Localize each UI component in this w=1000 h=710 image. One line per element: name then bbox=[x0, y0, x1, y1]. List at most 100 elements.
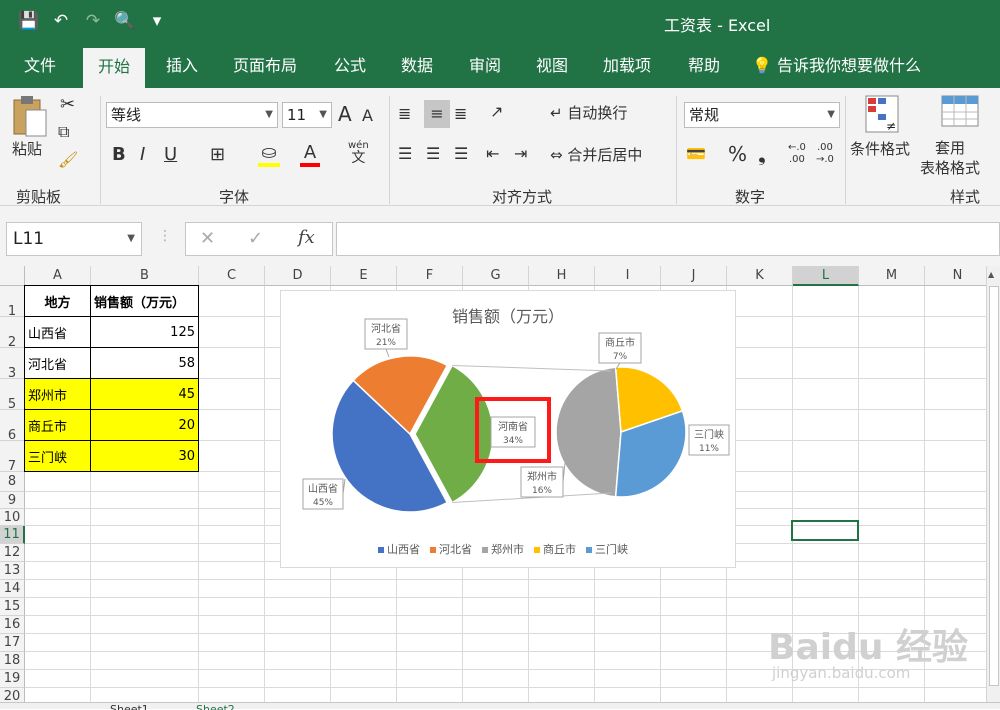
scroll-thumb[interactable] bbox=[989, 286, 999, 686]
tell-me-box[interactable]: 💡 告诉我你想要做什么 bbox=[752, 44, 921, 88]
active-cell-L11[interactable] bbox=[791, 520, 859, 541]
row-header-18[interactable]: 18 bbox=[0, 652, 25, 670]
accounting-format-icon[interactable]: 💳 bbox=[686, 144, 706, 163]
legend-item[interactable]: 河北省 bbox=[430, 543, 472, 556]
align-left-icon[interactable]: ☰ bbox=[398, 144, 412, 163]
name-box[interactable]: L11 ▼ bbox=[6, 222, 142, 256]
cut-icon[interactable]: ✂ bbox=[60, 94, 75, 115]
column-header-f[interactable]: F bbox=[397, 266, 463, 286]
number-format-select[interactable]: 常规 ▼ bbox=[684, 102, 840, 128]
align-center-icon[interactable]: ☰ bbox=[426, 144, 440, 163]
row-header-7[interactable]: 7 bbox=[0, 441, 25, 474]
row-header-19[interactable]: 19 bbox=[0, 670, 25, 688]
row-header-16[interactable]: 16 bbox=[0, 616, 25, 634]
column-header-h[interactable]: H bbox=[529, 266, 595, 286]
paste-icon[interactable] bbox=[10, 94, 50, 144]
tab-insert[interactable]: 插入 bbox=[166, 44, 198, 88]
column-header-a[interactable]: A bbox=[25, 266, 91, 286]
cell-region[interactable]: 山西省 bbox=[24, 316, 91, 348]
row-header-6[interactable]: 6 bbox=[0, 410, 25, 443]
cell-sales[interactable]: 125 bbox=[90, 316, 199, 348]
row-header-1[interactable]: 1 bbox=[0, 286, 25, 319]
legend-item[interactable]: 山西省 bbox=[378, 543, 420, 556]
tab-view[interactable]: 视图 bbox=[536, 44, 568, 88]
decrease-indent-icon[interactable]: ⇤ bbox=[486, 144, 499, 163]
row-header-9[interactable]: 9 bbox=[0, 492, 25, 509]
cell-region[interactable]: 三门峡 bbox=[24, 440, 91, 472]
increase-indent-icon[interactable]: ⇥ bbox=[514, 144, 527, 163]
cell-header-region[interactable]: 地方 bbox=[24, 285, 91, 317]
cell-sales[interactable]: 30 bbox=[90, 440, 199, 472]
percent-button[interactable]: % bbox=[728, 142, 747, 166]
align-middle-icon[interactable]: ≡ bbox=[424, 100, 450, 128]
tab-data[interactable]: 数据 bbox=[401, 44, 433, 88]
tab-formulas[interactable]: 公式 bbox=[334, 44, 366, 88]
cell-sales[interactable]: 45 bbox=[90, 378, 199, 410]
save-icon[interactable]: 💾 bbox=[16, 8, 42, 34]
row-header-13[interactable]: 13 bbox=[0, 562, 25, 580]
customize-qat-icon[interactable]: ▾ bbox=[144, 8, 170, 34]
cell-region[interactable]: 商丘市 bbox=[24, 409, 91, 441]
column-header-k[interactable]: K bbox=[727, 266, 793, 286]
insert-function-icon[interactable]: fx bbox=[298, 227, 315, 248]
row-header-10[interactable]: 10 bbox=[0, 509, 25, 526]
scroll-up-icon[interactable]: ▲ bbox=[988, 270, 994, 279]
row-header-15[interactable]: 15 bbox=[0, 598, 25, 616]
underline-button[interactable]: U bbox=[164, 144, 177, 165]
font-name-select[interactable]: 等线 ▼ bbox=[106, 102, 278, 128]
paste-button[interactable]: 粘贴 bbox=[12, 138, 42, 159]
tab-help[interactable]: 帮助 bbox=[688, 44, 720, 88]
align-top-icon[interactable]: ≣ bbox=[398, 104, 411, 123]
tab-addins[interactable]: 加载项 bbox=[603, 44, 651, 88]
orientation-icon[interactable]: ↗ bbox=[490, 102, 503, 121]
row-header-2[interactable]: 2 bbox=[0, 317, 25, 350]
italic-button[interactable]: I bbox=[140, 144, 145, 165]
legend-item[interactable]: 郑州市 bbox=[482, 543, 524, 556]
column-header-j[interactable]: J bbox=[661, 266, 727, 286]
row-header-5[interactable]: 5 bbox=[0, 379, 25, 412]
pie-of-pie-chart[interactable]: 销售额（万元） 河北省 21% 山西省 45% 河南省 34% 商丘市 7% 三门峡 11% 郑州市… bbox=[280, 290, 736, 568]
column-header-c[interactable]: C bbox=[199, 266, 265, 286]
borders-icon[interactable]: ⊞ bbox=[210, 144, 225, 165]
column-header-l[interactable]: L bbox=[793, 266, 859, 286]
row-header-12[interactable]: 12 bbox=[0, 544, 25, 562]
cancel-icon[interactable]: ✕ bbox=[200, 228, 215, 249]
comma-button[interactable]: ❟ bbox=[758, 142, 766, 166]
column-header-e[interactable]: E bbox=[331, 266, 397, 286]
redo-icon[interactable]: ↷ bbox=[80, 8, 106, 34]
conditional-format-button[interactable]: 条件格式 bbox=[850, 138, 910, 159]
row-header-11[interactable]: 11 bbox=[0, 526, 25, 544]
column-header-i[interactable]: I bbox=[595, 266, 661, 286]
vertical-scrollbar[interactable]: ▲ bbox=[986, 266, 1000, 709]
fill-color-icon[interactable]: ⛀ bbox=[258, 142, 280, 167]
copy-icon[interactable]: ⧉ bbox=[58, 122, 69, 142]
tab-home[interactable]: 开始 bbox=[83, 48, 146, 88]
tab-page-layout[interactable]: 页面布局 bbox=[233, 44, 297, 88]
cell-sales[interactable]: 20 bbox=[90, 409, 199, 441]
print-preview-icon[interactable]: 🔍 bbox=[112, 8, 138, 34]
row-header-8[interactable]: 8 bbox=[0, 472, 25, 492]
tab-review[interactable]: 审阅 bbox=[469, 44, 501, 88]
cell-region[interactable]: 郑州市 bbox=[24, 378, 91, 410]
select-all-corner[interactable] bbox=[0, 266, 25, 286]
cell-sales[interactable]: 58 bbox=[90, 347, 199, 379]
bold-button[interactable]: B bbox=[112, 144, 126, 165]
tab-file[interactable]: 文件 bbox=[24, 44, 56, 88]
font-size-select[interactable]: 11 ▼ bbox=[282, 102, 332, 128]
merge-center-button[interactable]: ⇔ 合并后居中 bbox=[550, 144, 642, 165]
phonetic-button[interactable]: wén 文 bbox=[348, 140, 369, 166]
shrink-font-button[interactable]: A bbox=[362, 106, 373, 125]
increase-decimal-button[interactable]: ←.0 .00 bbox=[788, 142, 806, 166]
format-painter-icon[interactable]: 🖌 bbox=[58, 150, 78, 169]
cell-header-sales[interactable]: 销售额（万元） bbox=[90, 285, 199, 317]
legend-item[interactable]: 三门峡 bbox=[586, 543, 628, 556]
wrap-text-button[interactable]: ↵ 自动换行 bbox=[550, 102, 627, 123]
font-color-icon[interactable]: A bbox=[300, 142, 320, 167]
cell-region[interactable]: 河北省 bbox=[24, 347, 91, 379]
enter-icon[interactable]: ✓ bbox=[248, 228, 263, 249]
column-header-n[interactable]: N bbox=[925, 266, 991, 286]
grow-font-button[interactable]: A bbox=[338, 102, 352, 126]
row-header-17[interactable]: 17 bbox=[0, 634, 25, 652]
column-header-d[interactable]: D bbox=[265, 266, 331, 286]
column-header-m[interactable]: M bbox=[859, 266, 925, 286]
